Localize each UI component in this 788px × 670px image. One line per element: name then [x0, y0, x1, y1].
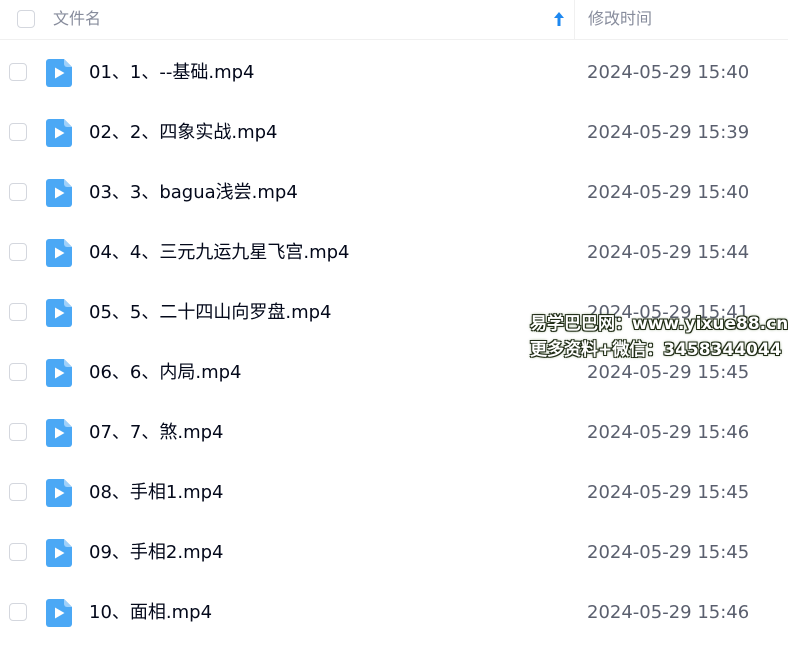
column-divider[interactable] — [574, 0, 575, 40]
file-row[interactable]: 07、7、煞.mp4 2024-05-29 15:46 — [0, 402, 788, 462]
row-checkbox[interactable] — [9, 303, 27, 321]
file-name[interactable]: 05、5、二十四山向罗盘.mp4 — [89, 302, 332, 324]
file-name[interactable]: 10、面相.mp4 — [89, 602, 212, 624]
file-modified-date: 2024-05-29 15:44 — [587, 242, 750, 263]
file-name[interactable]: 09、手相2.mp4 — [89, 542, 224, 564]
row-checkbox[interactable] — [9, 483, 27, 501]
row-checkbox[interactable] — [9, 423, 27, 441]
video-file-icon — [46, 539, 72, 567]
file-modified-date: 2024-05-29 15:40 — [587, 62, 750, 83]
video-file-icon — [46, 59, 72, 87]
video-file-icon — [46, 419, 72, 447]
file-modified-date: 2024-05-29 15:45 — [587, 482, 750, 503]
video-file-icon — [46, 239, 72, 267]
row-checkbox[interactable] — [9, 603, 27, 621]
file-row[interactable]: 02、2、四象实战.mp4 2024-05-29 15:39 — [0, 102, 788, 162]
arrow-up-icon[interactable] — [552, 11, 566, 27]
video-file-icon — [46, 479, 72, 507]
file-row[interactable]: 03、3、bagua浅尝.mp4 2024-05-29 15:40 — [0, 162, 788, 222]
row-checkbox[interactable] — [9, 63, 27, 81]
file-name[interactable]: 02、2、四象实战.mp4 — [89, 122, 278, 144]
file-name[interactable]: 03、3、bagua浅尝.mp4 — [89, 182, 298, 204]
column-header-modified[interactable]: 修改时间 — [588, 9, 652, 29]
video-file-icon — [46, 179, 72, 207]
file-list: 文件名 修改时间 01、1、--基础.mp4 2024-05-29 15:40 02… — [0, 0, 788, 670]
file-modified-date: 2024-05-29 15:40 — [587, 182, 750, 203]
row-checkbox[interactable] — [9, 543, 27, 561]
file-modified-date: 2024-05-29 15:46 — [587, 602, 750, 623]
file-row[interactable]: 09、手相2.mp4 2024-05-29 15:45 — [0, 522, 788, 582]
file-modified-date: 2024-05-29 15:39 — [587, 122, 750, 143]
file-name[interactable]: 01、1、--基础.mp4 — [89, 62, 254, 84]
file-name[interactable]: 06、6、内局.mp4 — [89, 362, 242, 384]
row-checkbox[interactable] — [9, 243, 27, 261]
video-file-icon — [46, 119, 72, 147]
file-name[interactable]: 04、4、三元九运九星飞宫.mp4 — [89, 242, 350, 264]
file-row[interactable]: 10、面相.mp4 2024-05-29 15:46 — [0, 582, 788, 642]
file-name[interactable]: 07、7、煞.mp4 — [89, 422, 224, 444]
file-modified-date: 2024-05-29 15:46 — [587, 422, 750, 443]
row-checkbox[interactable] — [9, 363, 27, 381]
watermark: 易学巴巴网：www.yixue88.cn 更多资料+微信：3458344044 — [530, 311, 788, 363]
video-file-icon — [46, 359, 72, 387]
file-modified-date: 2024-05-29 15:45 — [587, 542, 750, 563]
file-row[interactable]: 08、手相1.mp4 2024-05-29 15:45 — [0, 462, 788, 522]
video-file-icon — [46, 599, 72, 627]
row-checkbox[interactable] — [9, 123, 27, 141]
file-row[interactable]: 04、4、三元九运九星飞宫.mp4 2024-05-29 15:44 — [0, 222, 788, 282]
watermark-line-2: 更多资料+微信：3458344044 — [530, 340, 782, 360]
list-header: 文件名 修改时间 — [0, 0, 788, 40]
file-row[interactable]: 01、1、--基础.mp4 2024-05-29 15:40 — [0, 42, 788, 102]
file-name[interactable]: 08、手相1.mp4 — [89, 482, 224, 504]
video-file-icon — [46, 299, 72, 327]
watermark-line-1: 易学巴巴网：www.yixue88.cn — [530, 314, 788, 334]
select-all-checkbox[interactable] — [17, 10, 35, 28]
file-modified-date: 2024-05-29 15:45 — [587, 362, 750, 383]
row-checkbox[interactable] — [9, 183, 27, 201]
column-header-name[interactable]: 文件名 — [53, 9, 101, 29]
